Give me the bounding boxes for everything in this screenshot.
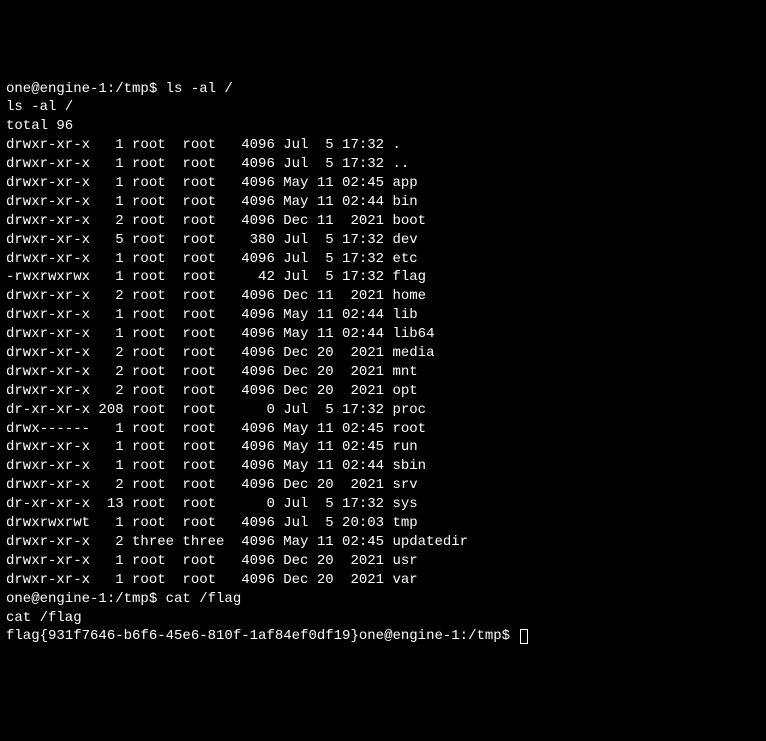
ls-entry: dr-xr-xr-x 13 root root 0 Jul 5 17:32 sy… bbox=[6, 495, 760, 514]
ls-entry: drwxr-xr-x 1 root root 4096 May 11 02:45… bbox=[6, 174, 760, 193]
ls-entry: drwxr-xr-x 1 root root 4096 May 11 02:44… bbox=[6, 306, 760, 325]
ls-entry: drwx------ 1 root root 4096 May 11 02:45… bbox=[6, 420, 760, 439]
ls-entry: drwxrwxrwt 1 root root 4096 Jul 5 20:03 … bbox=[6, 514, 760, 533]
prompt-line-1: one@engine-1:/tmp$ ls -al / bbox=[6, 80, 760, 99]
ls-entry: drwxr-xr-x 5 root root 380 Jul 5 17:32 d… bbox=[6, 231, 760, 250]
ls-entry: drwxr-xr-x 1 root root 4096 May 11 02:45… bbox=[6, 438, 760, 457]
ls-entry: drwxr-xr-x 1 root root 4096 Jul 5 17:32 … bbox=[6, 136, 760, 155]
flag-output: flag{931f7646-b6f6-45e6-810f-1af84ef0df1… bbox=[6, 628, 359, 644]
ls-entry: drwxr-xr-x 1 root root 4096 Jul 5 17:32 … bbox=[6, 155, 760, 174]
echo-line-2: cat /flag bbox=[6, 609, 760, 628]
ls-entry: dr-xr-xr-x 208 root root 0 Jul 5 17:32 p… bbox=[6, 401, 760, 420]
prompt-line-3: one@engine-1:/tmp$ bbox=[359, 628, 519, 644]
ls-entry: drwxr-xr-x 2 root root 4096 Dec 20 2021 … bbox=[6, 476, 760, 495]
ls-entry: -rwxrwxrwx 1 root root 42 Jul 5 17:32 fl… bbox=[6, 268, 760, 287]
ls-entry: drwxr-xr-x 1 root root 4096 May 11 02:44… bbox=[6, 457, 760, 476]
cursor-icon[interactable] bbox=[520, 629, 528, 644]
ls-entry: drwxr-xr-x 2 root root 4096 Dec 11 2021 … bbox=[6, 212, 760, 231]
ls-entry: drwxr-xr-x 1 root root 4096 Dec 20 2021 … bbox=[6, 552, 760, 571]
terminal-output[interactable]: one@engine-1:/tmp$ ls -al /ls -al /total… bbox=[6, 80, 760, 647]
ls-entry: drwxr-xr-x 1 root root 4096 Dec 20 2021 … bbox=[6, 571, 760, 590]
prompt-line-2: one@engine-1:/tmp$ cat /flag bbox=[6, 590, 760, 609]
ls-entry: drwxr-xr-x 2 root root 4096 Dec 11 2021 … bbox=[6, 287, 760, 306]
ls-entry: drwxr-xr-x 1 root root 4096 May 11 02:44… bbox=[6, 193, 760, 212]
echo-line-1: ls -al / bbox=[6, 98, 760, 117]
ls-entry: drwxr-xr-x 2 root root 4096 Dec 20 2021 … bbox=[6, 344, 760, 363]
ls-entry: drwxr-xr-x 2 three three 4096 May 11 02:… bbox=[6, 533, 760, 552]
ls-entry: drwxr-xr-x 2 root root 4096 Dec 20 2021 … bbox=[6, 363, 760, 382]
ls-total-line: total 96 bbox=[6, 117, 760, 136]
ls-entry: drwxr-xr-x 1 root root 4096 Jul 5 17:32 … bbox=[6, 250, 760, 269]
ls-entry: drwxr-xr-x 1 root root 4096 May 11 02:44… bbox=[6, 325, 760, 344]
flag-and-prompt-line[interactable]: flag{931f7646-b6f6-45e6-810f-1af84ef0df1… bbox=[6, 627, 760, 646]
ls-entry: drwxr-xr-x 2 root root 4096 Dec 20 2021 … bbox=[6, 382, 760, 401]
